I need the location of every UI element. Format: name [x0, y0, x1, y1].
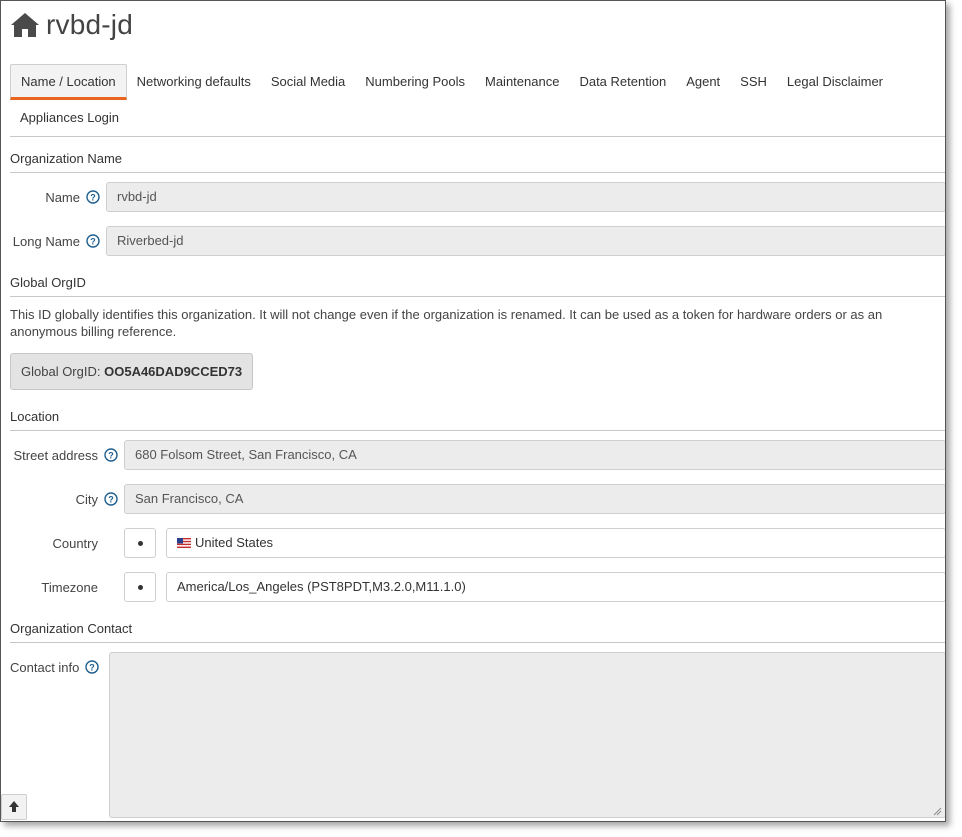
home-icon: [11, 13, 39, 37]
country-select[interactable]: United States: [166, 528, 945, 558]
svg-text:?: ?: [90, 663, 96, 673]
city-label: City ?: [10, 491, 118, 507]
global-orgid-label: Global OrgID:: [21, 364, 101, 379]
resize-grip-icon[interactable]: [933, 807, 942, 816]
country-label-text: Country: [52, 535, 98, 551]
help-icon[interactable]: ?: [86, 234, 100, 248]
arrow-up-icon: [9, 801, 19, 812]
tabs-divider: [10, 136, 945, 137]
svg-text:?: ?: [90, 237, 96, 247]
contact-info-label-text: Contact info: [10, 659, 80, 675]
tab-ssh[interactable]: SSH: [730, 65, 777, 99]
svg-text:?: ?: [90, 193, 96, 203]
tab-agent[interactable]: Agent: [676, 65, 730, 99]
timezone-select[interactable]: America/Los_Angeles (PST8PDT,M3.2.0,M11.…: [166, 572, 945, 602]
street-address-label: Street address ?: [10, 447, 118, 463]
tab-networking-defaults[interactable]: Networking defaults: [127, 65, 261, 99]
us-flag-icon: [177, 538, 191, 548]
global-orgid-value: OO5A46DAD9CCED73: [104, 364, 243, 379]
section-location: Location: [10, 409, 945, 431]
radio-dot: [137, 584, 143, 590]
global-orgid-box: Global OrgID: OO5A46DAD9CCED73: [10, 353, 254, 390]
long-name-label: Long Name ?: [10, 233, 100, 249]
name-label: Name ?: [10, 189, 100, 205]
country-value: United States: [195, 535, 274, 550]
country-label: Country: [10, 535, 98, 551]
help-icon[interactable]: ?: [86, 190, 100, 204]
tab-numbering-pools[interactable]: Numbering Pools: [355, 65, 475, 99]
scroll-to-top-button[interactable]: [1, 794, 27, 820]
street-address-input[interactable]: 680 Folsom Street, San Francisco, CA: [124, 440, 945, 470]
help-icon[interactable]: ?: [85, 660, 100, 674]
timezone-label-text: Timezone: [41, 579, 98, 595]
tab-name-location[interactable]: Name / Location: [10, 64, 127, 100]
main-window: rvbd-jd Name / Location Networking defau…: [0, 0, 946, 822]
timezone-radio-button[interactable]: [124, 572, 156, 602]
section-organization-contact: Organization Contact: [10, 621, 945, 643]
tab-maintenance[interactable]: Maintenance: [475, 65, 569, 99]
city-label-text: City: [75, 491, 98, 507]
long-name-input[interactable]: Riverbed-jd: [106, 226, 945, 256]
help-icon[interactable]: ?: [104, 448, 118, 462]
section-organization-name: Organization Name: [10, 151, 945, 173]
page-title: rvbd-jd: [46, 9, 133, 40]
section-global-orgid: Global OrgID: [10, 275, 945, 297]
tab-data-retention[interactable]: Data Retention: [569, 65, 676, 99]
tab-appliances-login[interactable]: Appliances Login: [10, 101, 129, 135]
tab-social-media[interactable]: Social Media: [261, 65, 355, 99]
name-label-text: Name: [45, 189, 80, 205]
country-radio-button[interactable]: [124, 528, 156, 558]
radio-dot: [137, 540, 143, 546]
help-icon[interactable]: ?: [104, 492, 118, 506]
contact-info-textarea[interactable]: [109, 652, 945, 818]
global-orgid-description: This ID globally identifies this organiz…: [10, 307, 883, 339]
street-address-label-text: Street address: [13, 447, 98, 463]
svg-text:?: ?: [108, 451, 114, 461]
tab-legal-disclaimer[interactable]: Legal Disclaimer: [777, 65, 893, 99]
tab-bar: Name / Location Networking defaults Soci…: [10, 64, 945, 136]
title-row: rvbd-jd: [10, 7, 133, 43]
name-input[interactable]: rvbd-jd: [106, 182, 945, 212]
city-input[interactable]: San Francisco, CA: [124, 484, 945, 514]
long-name-label-text: Long Name: [12, 233, 80, 249]
contact-info-label: Contact info ?: [10, 659, 104, 675]
svg-text:?: ?: [108, 495, 114, 505]
timezone-label: Timezone: [10, 579, 98, 595]
